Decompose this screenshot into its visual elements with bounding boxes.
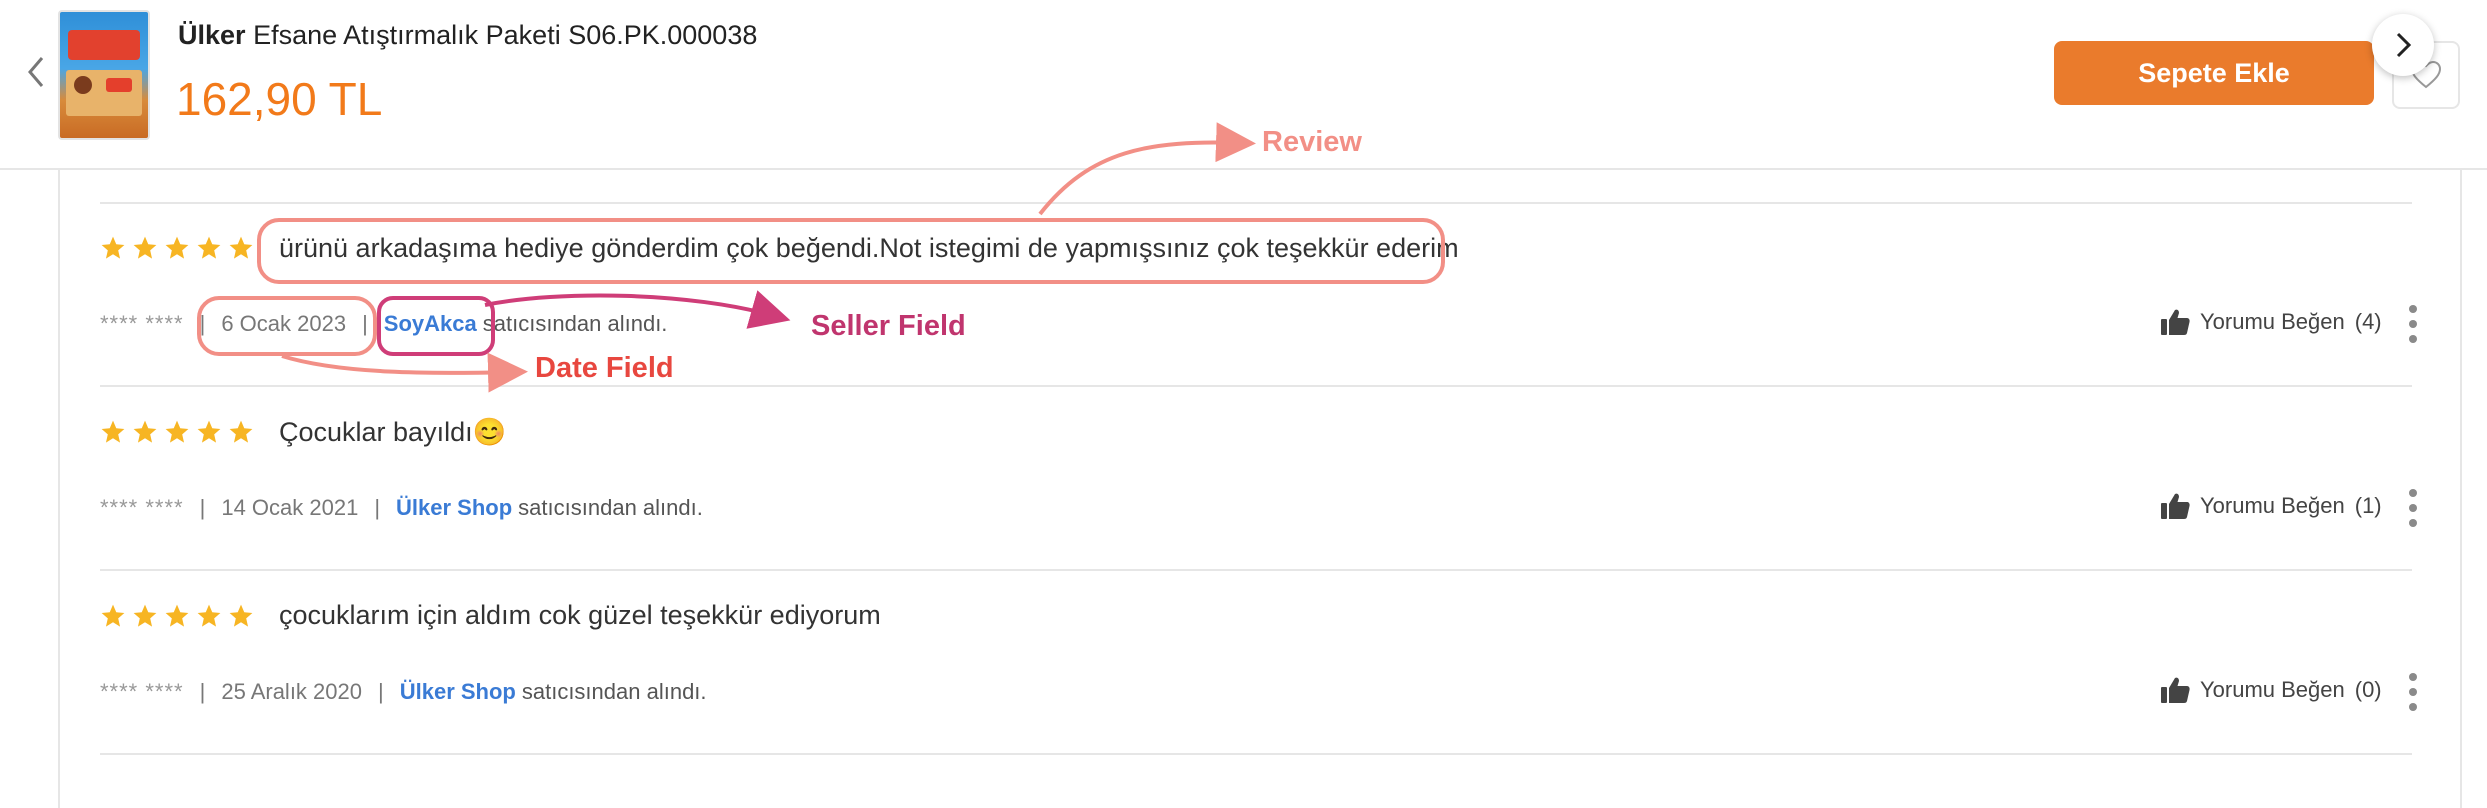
annotation-arrows <box>281 122 1256 393</box>
review-annotation-label: Review <box>1262 126 1362 158</box>
seller-annotation-label: Seller Field <box>811 310 966 342</box>
date-annotation-label: Date Field <box>535 352 674 384</box>
